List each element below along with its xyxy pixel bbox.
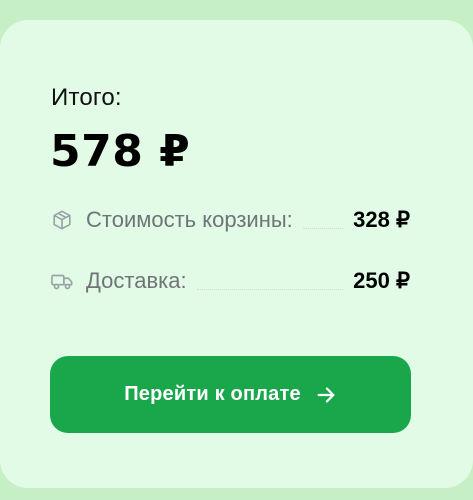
box-icon — [50, 208, 74, 232]
checkout-button[interactable]: Перейти к оплате — [50, 356, 411, 433]
arrow-right-icon — [315, 384, 337, 406]
delivery-cost-label: Доставка: — [86, 268, 187, 293]
total-value: 578 ₽ — [50, 126, 191, 177]
cart-cost-label: Стоимость корзины: — [86, 207, 293, 232]
dotted-leader — [302, 227, 344, 229]
dotted-leader — [196, 288, 344, 290]
total-label: Итого: — [51, 84, 122, 111]
delivery-cost-value: 250 ₽ — [353, 268, 410, 293]
cart-cost-value: 328 ₽ — [353, 207, 410, 232]
cart-cost-row: Стоимость корзины: 328 ₽ — [50, 202, 410, 238]
order-summary-card: Итого: 578 ₽ Стоимость корзины: 328 ₽ До… — [0, 20, 473, 488]
checkout-button-label: Перейти к оплате — [124, 383, 301, 405]
truck-icon — [50, 269, 74, 293]
delivery-cost-row: Доставка: 250 ₽ — [50, 263, 410, 299]
